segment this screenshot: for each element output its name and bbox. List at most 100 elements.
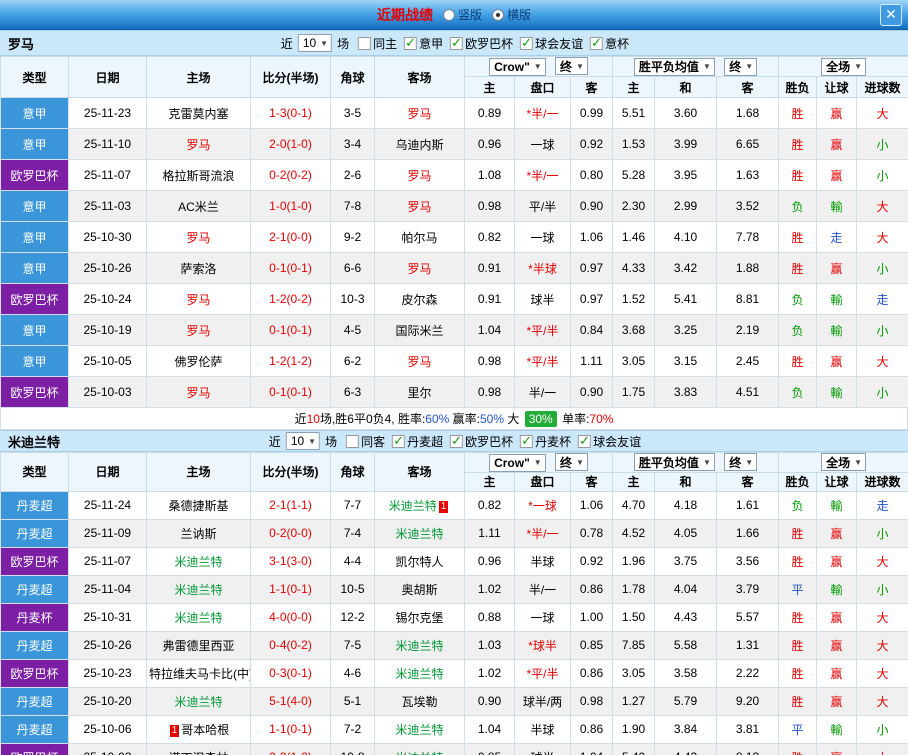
handicap-odds: 1.11 [465, 519, 515, 547]
away-team-name[interactable]: 锡尔克堡 [375, 603, 465, 631]
euro-odds: 8.13 [717, 743, 779, 755]
euro-odds: 1.50 [613, 603, 655, 631]
result-goals: 小 [857, 129, 908, 160]
result-handicap: 輸 [817, 491, 857, 519]
team-label: 凯尔特人 [395, 555, 443, 569]
period-select[interactable]: 全场▼ [821, 453, 866, 471]
away-team-name[interactable]: 罗马 [375, 253, 465, 284]
away-team-name[interactable]: 乌迪内斯 [375, 129, 465, 160]
away-team-name[interactable]: 罗马 [375, 98, 465, 129]
layout-option-horizontal[interactable]: 横版 [492, 6, 531, 23]
summary-text: 70% [589, 412, 613, 426]
bookmaker-select[interactable]: Crow"▼ [489, 58, 546, 76]
summary-text: 赢率: [449, 410, 480, 427]
filter-checkbox-0[interactable]: 同主 [358, 35, 397, 52]
handicap-line: 半球 [515, 715, 571, 743]
home-team-name[interactable]: 米迪兰特 [147, 547, 251, 575]
home-team-name[interactable]: 佛罗伦萨 [147, 346, 251, 377]
home-team-name[interactable]: 克雷莫内塞 [147, 98, 251, 129]
team-label: 罗马 [407, 262, 431, 276]
result-handicap: 輸 [817, 575, 857, 603]
filter-checkbox-2[interactable]: 欧罗巴杯 [450, 35, 513, 52]
away-team-name[interactable]: 奥胡斯 [375, 575, 465, 603]
match-count-select[interactable]: 10▼ [286, 432, 320, 450]
home-team-name[interactable]: 罗马 [147, 377, 251, 408]
filter-checkbox-3[interactable]: 球会友谊 [520, 35, 583, 52]
team-label: 哥本哈根 [181, 723, 229, 737]
home-team-name[interactable]: 米迪兰特 [147, 603, 251, 631]
col-header-result-handicap: 让球 [817, 77, 857, 98]
euro-final-select[interactable]: 终▼ [724, 453, 757, 471]
match-row: 丹麦超25-10-061哥本哈根1-1(0-1)7-2米迪兰特1.04半球0.8… [1, 715, 908, 743]
filter-checkbox-3[interactable]: 丹麦杯 [520, 433, 571, 450]
chevron-down-icon: ▼ [320, 39, 328, 48]
result-handicap: 赢 [817, 129, 857, 160]
filter-checkbox-2[interactable]: 欧罗巴杯 [450, 433, 513, 450]
euro-odds: 5.28 [613, 160, 655, 191]
competition-type: 丹麦超 [1, 715, 69, 743]
match-count-select[interactable]: 10▼ [298, 34, 332, 52]
competition-type: 意甲 [1, 129, 69, 160]
euro-avg-select[interactable]: 胜平负均值▼ [634, 58, 715, 76]
away-team-name[interactable]: 米迪兰特1 [375, 491, 465, 519]
filter-checkbox-4[interactable]: 意杯 [590, 35, 629, 52]
home-team-name[interactable]: 罗马 [147, 129, 251, 160]
euro-odds: 2.22 [717, 659, 779, 687]
result-wdl: 负 [779, 491, 817, 519]
handicap-line: 球半 [515, 743, 571, 755]
home-team-name[interactable]: 桑德捷斯基 [147, 491, 251, 519]
away-team-name[interactable]: 米迪兰特 [375, 743, 465, 755]
away-team-name[interactable]: 凯尔特人 [375, 547, 465, 575]
home-team-name[interactable]: AC米兰 [147, 191, 251, 222]
home-team-name[interactable]: 罗马 [147, 315, 251, 346]
handicap-final-select[interactable]: 终▼ [555, 57, 588, 75]
away-team-name[interactable]: 瓦埃勒 [375, 687, 465, 715]
euro-odds: 1.52 [613, 284, 655, 315]
home-team-name[interactable]: 萨索洛 [147, 253, 251, 284]
away-team-name[interactable]: 罗马 [375, 160, 465, 191]
away-team-name[interactable]: 米迪兰特 [375, 659, 465, 687]
away-team-name[interactable]: 罗马 [375, 191, 465, 222]
away-team-name[interactable]: 帕尔马 [375, 222, 465, 253]
home-team-name[interactable]: 1哥本哈根 [147, 715, 251, 743]
match-date: 25-11-03 [69, 191, 147, 222]
home-team-name[interactable]: 兰讷斯 [147, 519, 251, 547]
home-team-name[interactable]: 罗马 [147, 284, 251, 315]
home-team-name[interactable]: 弗雷德里西亚 [147, 631, 251, 659]
home-team-name[interactable]: 米迪兰特 [147, 687, 251, 715]
team-label: 米迪兰特 [174, 583, 222, 597]
handicap-group-header: Crow"▼ 终▼ [465, 453, 613, 473]
away-team-name[interactable]: 罗马 [375, 346, 465, 377]
match-score: 2-1(0-0) [251, 222, 331, 253]
euro-odds: 1.75 [613, 377, 655, 408]
euro-final-select[interactable]: 终▼ [724, 58, 757, 76]
team-label: 罗马 [186, 324, 210, 338]
handicap-final-select[interactable]: 终▼ [555, 453, 588, 471]
home-team-name[interactable]: 特拉维夫马卡比(中) [147, 659, 251, 687]
filter-checkbox-0[interactable]: 同客 [346, 433, 385, 450]
home-team-name[interactable]: 罗马 [147, 222, 251, 253]
col-header-euro-away: 客 [717, 77, 779, 98]
match-row: 丹麦超25-11-09兰讷斯0-2(0-0)7-4米迪兰特1.11*半/一0.7… [1, 519, 908, 547]
away-team-name[interactable]: 米迪兰特 [375, 631, 465, 659]
period-select[interactable]: 全场▼ [821, 58, 866, 76]
filter-checkbox-4[interactable]: 球会友谊 [578, 433, 641, 450]
filter-checkbox-label: 丹麦超 [407, 433, 443, 450]
home-team-name[interactable]: 米迪兰特 [147, 575, 251, 603]
close-button[interactable]: ✕ [880, 4, 902, 26]
away-team-name[interactable]: 国际米兰 [375, 315, 465, 346]
away-team-name[interactable]: 里尔 [375, 377, 465, 408]
layout-option-vertical[interactable]: 竖版 [443, 6, 482, 23]
home-team-name[interactable]: 格拉斯哥流浪 [147, 160, 251, 191]
filter-checkbox-1[interactable]: 丹麦超 [392, 433, 443, 450]
home-team-name[interactable]: 诺丁汉森林 [147, 743, 251, 755]
bookmaker-select[interactable]: Crow"▼ [489, 454, 546, 472]
away-team-name[interactable]: 米迪兰特 [375, 519, 465, 547]
euro-avg-select[interactable]: 胜平负均值▼ [634, 453, 715, 471]
team-label: 罗马 [407, 107, 431, 121]
filter-checkbox-1[interactable]: 意甲 [404, 35, 443, 52]
match-score: 0-2(0-2) [251, 160, 331, 191]
away-team-name[interactable]: 皮尔森 [375, 284, 465, 315]
away-team-name[interactable]: 米迪兰特 [375, 715, 465, 743]
euro-odds: 4.52 [613, 519, 655, 547]
